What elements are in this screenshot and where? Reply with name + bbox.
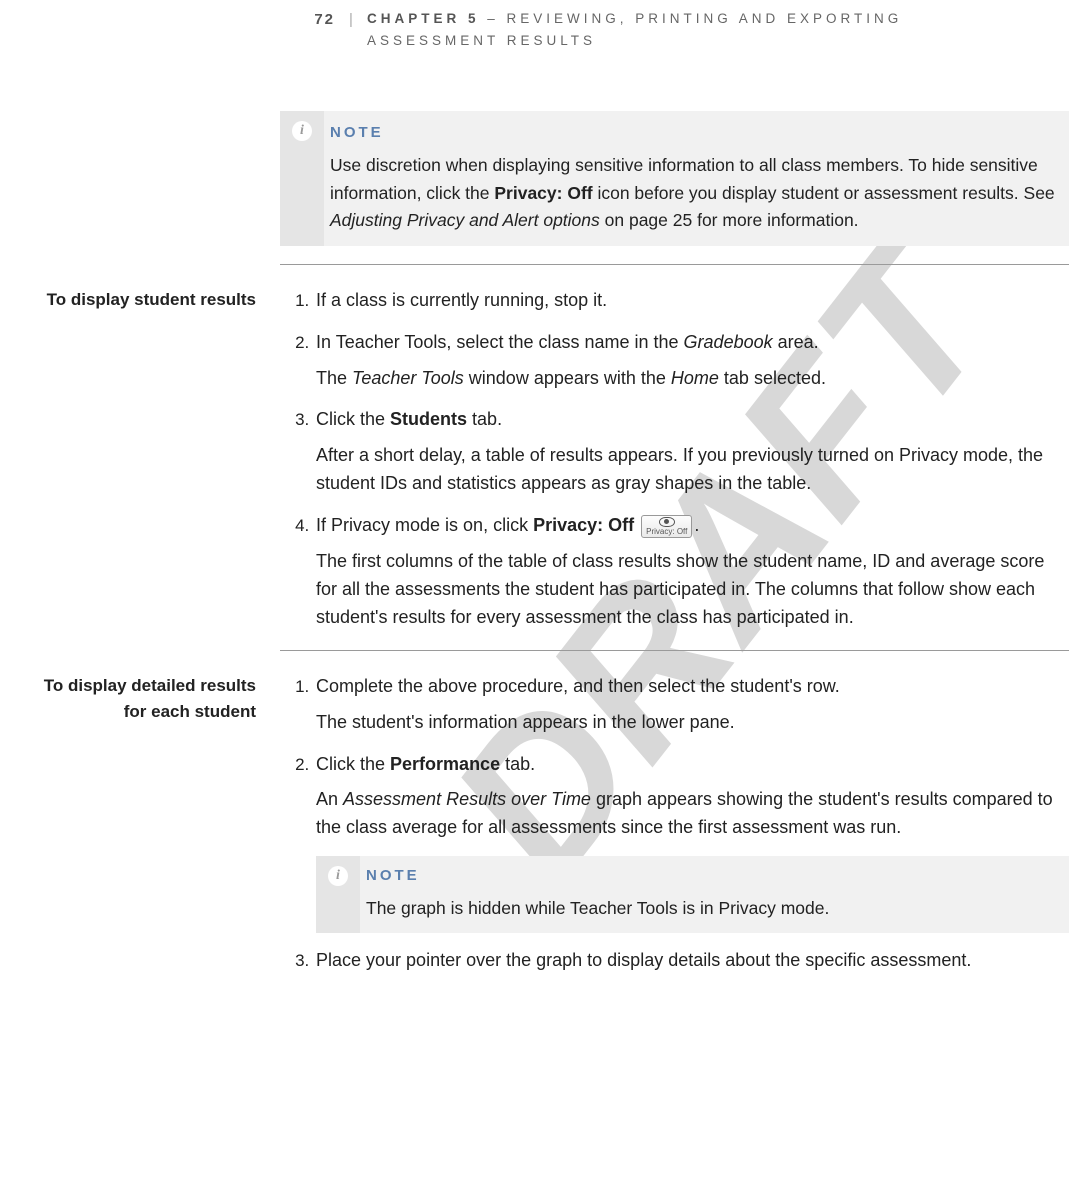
step-subtext: The Teacher Tools window appears with th… <box>316 365 1069 393</box>
section-divider <box>280 650 1069 651</box>
step-text-part: Click the <box>316 754 390 774</box>
eye-icon <box>659 517 675 527</box>
info-icon: i <box>328 866 348 886</box>
step-text: Complete the above procedure, and then s… <box>316 673 1069 701</box>
step-italic-home: Home <box>671 368 719 388</box>
step-text-part: tab. <box>500 754 535 774</box>
side-heading-display-detailed-results: To display detailed results for each stu… <box>0 673 256 726</box>
side-heading-line: To display detailed results <box>44 676 256 695</box>
steps-list: If a class is currently running, stop it… <box>280 287 1069 632</box>
step-text: In Teacher Tools, select the class name … <box>316 329 1069 357</box>
step-subtext: The first columns of the table of class … <box>316 548 1069 632</box>
step-italic-gradebook: Gradebook <box>684 332 773 352</box>
note-text: Use discretion when displaying sensitive… <box>330 152 1061 233</box>
note-callout: i NOTE The graph is hidden while Teacher… <box>316 856 1069 932</box>
chapter-title: CHAPTER 5 – REVIEWING, PRINTING AND EXPO… <box>367 8 1069 51</box>
step-item: If Privacy mode is on, click Privacy: Of… <box>314 512 1069 632</box>
privacy-icon-label: Privacy: Off <box>646 528 687 536</box>
step-text-part: . <box>694 515 699 535</box>
step-text: Place your pointer over the graph to dis… <box>316 947 1069 975</box>
step-bold-privacy-off: Privacy: Off <box>533 515 634 535</box>
step-text-part: Click the <box>316 409 390 429</box>
note-italic-reference: Adjusting Privacy and Alert options <box>330 210 600 230</box>
steps-list: Complete the above procedure, and then s… <box>280 673 1069 975</box>
step-subtext: An Assessment Results over Time graph ap… <box>316 786 1069 842</box>
step-subtext: After a short delay, a table of results … <box>316 442 1069 498</box>
step-bold-performance: Performance <box>390 754 500 774</box>
side-heading-line: for each student <box>124 702 256 721</box>
note-heading: NOTE <box>330 121 1061 144</box>
page-number: 72 <box>280 8 335 31</box>
step-text-part: In Teacher Tools, select the class name … <box>316 332 684 352</box>
step-item: Click the Performance tab. An Assessment… <box>314 751 1069 933</box>
step-item: In Teacher Tools, select the class name … <box>314 329 1069 393</box>
step-text-part: window appears with the <box>464 368 671 388</box>
step-item: Place your pointer over the graph to dis… <box>314 947 1069 975</box>
note-text-part: icon before you display student or asses… <box>593 183 1055 203</box>
step-text-part: If Privacy mode is on, click <box>316 515 533 535</box>
note-bold-privacy: Privacy: Off <box>494 183 592 203</box>
step-text-part: tab. <box>467 409 502 429</box>
note-text: The graph is hidden while Teacher Tools … <box>366 895 1061 922</box>
step-text: If Privacy mode is on, click Privacy: Of… <box>316 512 1069 540</box>
step-bold-students: Students <box>390 409 467 429</box>
header-separator: | <box>335 8 367 31</box>
step-subtext: The student's information appears in the… <box>316 709 1069 737</box>
note-callout: i NOTE Use discretion when displaying se… <box>280 111 1069 246</box>
note-icon-cell: i <box>280 111 324 246</box>
step-text-part: An <box>316 789 343 809</box>
step-item: Complete the above procedure, and then s… <box>314 673 1069 737</box>
step-text-part: The <box>316 368 352 388</box>
chapter-number: CHAPTER 5 <box>367 11 480 26</box>
note-text-part: on page 25 for more information. <box>600 210 859 230</box>
step-text: If a class is currently running, stop it… <box>316 287 1069 315</box>
step-text: Click the Students tab. <box>316 406 1069 434</box>
step-text-part: area. <box>773 332 819 352</box>
section-divider <box>280 264 1069 265</box>
step-italic-teacher-tools: Teacher Tools <box>352 368 464 388</box>
step-text: Click the Performance tab. <box>316 751 1069 779</box>
step-item: Click the Students tab. After a short de… <box>314 406 1069 498</box>
info-icon: i <box>292 121 312 141</box>
side-heading-display-student-results: To display student results <box>0 287 256 313</box>
note-icon-cell: i <box>316 856 360 932</box>
page-header: 72 | CHAPTER 5 – REVIEWING, PRINTING AND… <box>280 0 1069 51</box>
step-text-part: tab selected. <box>719 368 826 388</box>
note-heading: NOTE <box>366 864 1061 887</box>
privacy-off-icon: Privacy: Off <box>641 515 692 538</box>
step-item: If a class is currently running, stop it… <box>314 287 1069 315</box>
step-italic-assessment-results: Assessment Results over Time <box>343 789 591 809</box>
